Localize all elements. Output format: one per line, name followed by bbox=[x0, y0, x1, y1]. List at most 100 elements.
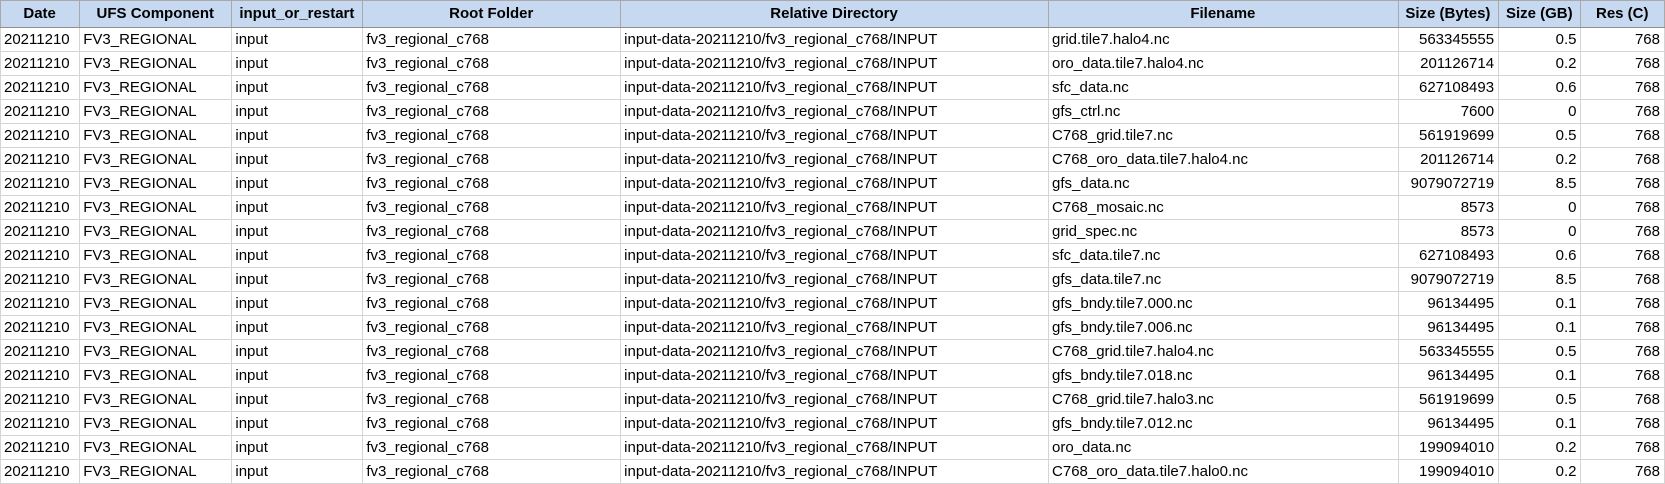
ufs-component-cell[interactable]: FV3_REGIONAL bbox=[79, 75, 233, 100]
size-bytes-cell[interactable]: 563345555 bbox=[1397, 27, 1500, 52]
size-gb-cell[interactable]: 0.2 bbox=[1498, 435, 1582, 460]
size-gb-cell[interactable]: 8.5 bbox=[1498, 171, 1582, 196]
input-or-restart-cell[interactable]: input bbox=[231, 75, 364, 100]
relative-directory-cell[interactable]: input-data-20211210/fv3_regional_c768/IN… bbox=[620, 363, 1050, 388]
filename-cell[interactable]: sfc_data.tile7.nc bbox=[1048, 243, 1399, 268]
date-cell[interactable]: 20211210 bbox=[0, 459, 81, 484]
size-bytes-cell[interactable]: 9079072719 bbox=[1397, 267, 1500, 292]
root-folder-cell[interactable]: fv3_regional_c768 bbox=[362, 123, 622, 148]
size-bytes-cell[interactable]: 561919699 bbox=[1397, 123, 1500, 148]
date-cell[interactable]: 20211210 bbox=[0, 267, 81, 292]
date-cell[interactable]: 20211210 bbox=[0, 195, 81, 220]
filename-cell[interactable]: C768_grid.tile7.halo4.nc bbox=[1048, 339, 1399, 364]
filename-cell[interactable]: oro_data.nc bbox=[1048, 435, 1399, 460]
size-bytes-cell[interactable]: 627108493 bbox=[1397, 243, 1500, 268]
filename-cell[interactable]: oro_data.tile7.halo4.nc bbox=[1048, 51, 1399, 76]
size-bytes-cell[interactable]: 199094010 bbox=[1397, 435, 1500, 460]
relative-directory-cell[interactable]: input-data-20211210/fv3_regional_c768/IN… bbox=[620, 411, 1050, 436]
res-c-cell[interactable]: 768 bbox=[1580, 267, 1665, 292]
filename-cell[interactable]: C768_oro_data.tile7.halo4.nc bbox=[1048, 147, 1399, 172]
size-gb-cell[interactable]: 0.2 bbox=[1498, 459, 1582, 484]
ufs-component-cell[interactable]: FV3_REGIONAL bbox=[79, 315, 233, 340]
res-c-cell[interactable]: 768 bbox=[1580, 147, 1665, 172]
ufs-component-cell[interactable]: FV3_REGIONAL bbox=[79, 195, 233, 220]
relative-directory-cell[interactable]: input-data-20211210/fv3_regional_c768/IN… bbox=[620, 387, 1050, 412]
relative-directory-cell[interactable]: input-data-20211210/fv3_regional_c768/IN… bbox=[620, 267, 1050, 292]
date-cell[interactable]: 20211210 bbox=[0, 123, 81, 148]
root-folder-cell[interactable]: fv3_regional_c768 bbox=[362, 267, 622, 292]
input-or-restart-cell[interactable]: input bbox=[231, 219, 364, 244]
res-c-cell[interactable]: 768 bbox=[1580, 339, 1665, 364]
size-gb-cell[interactable]: 0 bbox=[1498, 195, 1582, 220]
res-c-cell[interactable]: 768 bbox=[1580, 387, 1665, 412]
input-or-restart-cell[interactable]: input bbox=[231, 339, 364, 364]
column-header-relative-directory[interactable]: Relative Directory bbox=[620, 0, 1050, 28]
size-gb-cell[interactable]: 0.1 bbox=[1498, 411, 1582, 436]
relative-directory-cell[interactable]: input-data-20211210/fv3_regional_c768/IN… bbox=[620, 27, 1050, 52]
relative-directory-cell[interactable]: input-data-20211210/fv3_regional_c768/IN… bbox=[620, 75, 1050, 100]
root-folder-cell[interactable]: fv3_regional_c768 bbox=[362, 411, 622, 436]
size-gb-cell[interactable]: 0.2 bbox=[1498, 51, 1582, 76]
size-gb-cell[interactable]: 0.2 bbox=[1498, 147, 1582, 172]
res-c-cell[interactable]: 768 bbox=[1580, 243, 1665, 268]
date-cell[interactable]: 20211210 bbox=[0, 51, 81, 76]
relative-directory-cell[interactable]: input-data-20211210/fv3_regional_c768/IN… bbox=[620, 219, 1050, 244]
input-or-restart-cell[interactable]: input bbox=[231, 51, 364, 76]
filename-cell[interactable]: grid.tile7.halo4.nc bbox=[1048, 27, 1399, 52]
root-folder-cell[interactable]: fv3_regional_c768 bbox=[362, 75, 622, 100]
date-cell[interactable]: 20211210 bbox=[0, 363, 81, 388]
size-bytes-cell[interactable]: 201126714 bbox=[1397, 51, 1500, 76]
input-or-restart-cell[interactable]: input bbox=[231, 171, 364, 196]
input-or-restart-cell[interactable]: input bbox=[231, 411, 364, 436]
input-or-restart-cell[interactable]: input bbox=[231, 123, 364, 148]
ufs-component-cell[interactable]: FV3_REGIONAL bbox=[79, 291, 233, 316]
ufs-component-cell[interactable]: FV3_REGIONAL bbox=[79, 51, 233, 76]
root-folder-cell[interactable]: fv3_regional_c768 bbox=[362, 51, 622, 76]
size-gb-cell[interactable]: 0.1 bbox=[1498, 291, 1582, 316]
filename-cell[interactable]: gfs_bndy.tile7.012.nc bbox=[1048, 411, 1399, 436]
input-or-restart-cell[interactable]: input bbox=[231, 99, 364, 124]
ufs-component-cell[interactable]: FV3_REGIONAL bbox=[79, 27, 233, 52]
size-bytes-cell[interactable]: 96134495 bbox=[1397, 363, 1500, 388]
filename-cell[interactable]: C768_grid.tile7.halo3.nc bbox=[1048, 387, 1399, 412]
size-bytes-cell[interactable]: 96134495 bbox=[1397, 315, 1500, 340]
input-or-restart-cell[interactable]: input bbox=[231, 291, 364, 316]
filename-cell[interactable]: C768_oro_data.tile7.halo0.nc bbox=[1048, 459, 1399, 484]
ufs-component-cell[interactable]: FV3_REGIONAL bbox=[79, 267, 233, 292]
filename-cell[interactable]: C768_grid.tile7.nc bbox=[1048, 123, 1399, 148]
root-folder-cell[interactable]: fv3_regional_c768 bbox=[362, 27, 622, 52]
res-c-cell[interactable]: 768 bbox=[1580, 315, 1665, 340]
ufs-component-cell[interactable]: FV3_REGIONAL bbox=[79, 411, 233, 436]
filename-cell[interactable]: gfs_data.nc bbox=[1048, 171, 1399, 196]
column-header-filename[interactable]: Filename bbox=[1048, 0, 1399, 28]
size-gb-cell[interactable]: 8.5 bbox=[1498, 267, 1582, 292]
root-folder-cell[interactable]: fv3_regional_c768 bbox=[362, 291, 622, 316]
filename-cell[interactable]: gfs_data.tile7.nc bbox=[1048, 267, 1399, 292]
relative-directory-cell[interactable]: input-data-20211210/fv3_regional_c768/IN… bbox=[620, 459, 1050, 484]
column-header-date[interactable]: Date bbox=[0, 0, 81, 28]
filename-cell[interactable]: gfs_bndy.tile7.018.nc bbox=[1048, 363, 1399, 388]
size-gb-cell[interactable]: 0.5 bbox=[1498, 27, 1582, 52]
size-bytes-cell[interactable]: 561919699 bbox=[1397, 387, 1500, 412]
root-folder-cell[interactable]: fv3_regional_c768 bbox=[362, 459, 622, 484]
filename-cell[interactable]: C768_mosaic.nc bbox=[1048, 195, 1399, 220]
input-or-restart-cell[interactable]: input bbox=[231, 459, 364, 484]
relative-directory-cell[interactable]: input-data-20211210/fv3_regional_c768/IN… bbox=[620, 99, 1050, 124]
size-bytes-cell[interactable]: 96134495 bbox=[1397, 291, 1500, 316]
size-bytes-cell[interactable]: 627108493 bbox=[1397, 75, 1500, 100]
ufs-component-cell[interactable]: FV3_REGIONAL bbox=[79, 363, 233, 388]
res-c-cell[interactable]: 768 bbox=[1580, 363, 1665, 388]
size-gb-cell[interactable]: 0.1 bbox=[1498, 363, 1582, 388]
relative-directory-cell[interactable]: input-data-20211210/fv3_regional_c768/IN… bbox=[620, 123, 1050, 148]
ufs-component-cell[interactable]: FV3_REGIONAL bbox=[79, 339, 233, 364]
ufs-component-cell[interactable]: FV3_REGIONAL bbox=[79, 99, 233, 124]
size-bytes-cell[interactable]: 201126714 bbox=[1397, 147, 1500, 172]
column-header-res-c[interactable]: Res (C) bbox=[1580, 0, 1665, 28]
input-or-restart-cell[interactable]: input bbox=[231, 243, 364, 268]
size-bytes-cell[interactable]: 9079072719 bbox=[1397, 171, 1500, 196]
res-c-cell[interactable]: 768 bbox=[1580, 123, 1665, 148]
date-cell[interactable]: 20211210 bbox=[0, 75, 81, 100]
root-folder-cell[interactable]: fv3_regional_c768 bbox=[362, 219, 622, 244]
relative-directory-cell[interactable]: input-data-20211210/fv3_regional_c768/IN… bbox=[620, 243, 1050, 268]
root-folder-cell[interactable]: fv3_regional_c768 bbox=[362, 435, 622, 460]
